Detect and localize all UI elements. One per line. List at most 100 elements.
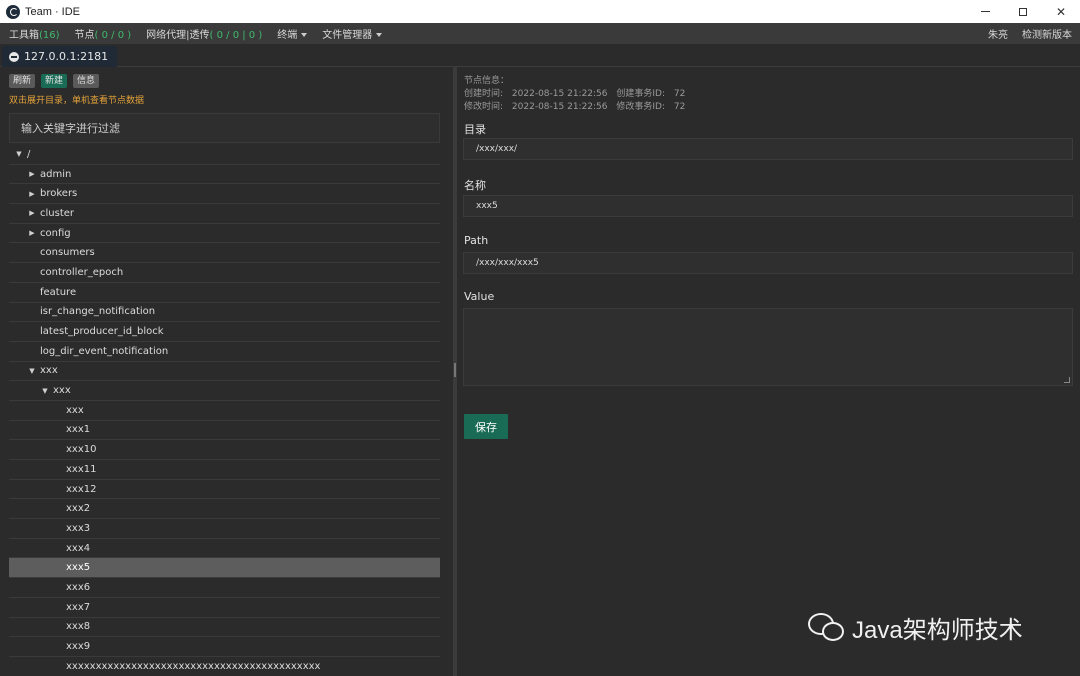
caret-down-icon[interactable]: ▼: [26, 367, 38, 375]
value-textarea[interactable]: [463, 308, 1073, 386]
node-info-modified: 修改时间: 2022-08-15 21:22:56 修改事务ID: 72: [464, 101, 685, 114]
name-input[interactable]: xxx5: [463, 195, 1073, 217]
caret-right-icon[interactable]: ▶: [26, 190, 38, 198]
tab-bar: 127.0.0.1:2181: [0, 44, 1080, 67]
modified-time: 2022-08-15 21:22:56: [511, 102, 608, 112]
maximize-button[interactable]: [1004, 0, 1042, 23]
tree-node[interactable]: feature: [9, 283, 440, 303]
tree-toolbar: 刷新 新建 信息: [9, 74, 100, 88]
tree-node[interactable]: ▶ cluster: [9, 204, 440, 224]
caret-right-icon[interactable]: ▶: [26, 209, 38, 217]
created-time-label: 创建时间:: [464, 89, 504, 99]
tree-node-label: xxx6: [66, 581, 91, 593]
menu-nodes[interactable]: 节点( 0 / 0 ): [75, 26, 132, 41]
tree-node[interactable]: latest_producer_id_block: [9, 322, 440, 342]
tree-node-label: xxx1: [66, 424, 91, 436]
menu-proxy-count: ( 0 / 0 | 0 ): [209, 30, 263, 41]
caret-right-icon[interactable]: ▶: [26, 229, 38, 237]
node-detail-pane: 节点信息： 创建时间: 2022-08-15 21:22:56 创建事务ID: …: [457, 67, 1080, 676]
menu-file-manager-label: 文件管理器: [322, 30, 373, 41]
tree-node[interactable]: xxx7: [9, 598, 440, 618]
node-info: 节点信息： 创建时间: 2022-08-15 21:22:56 创建事务ID: …: [464, 75, 685, 114]
tree-node-label: xxx4: [66, 542, 91, 554]
tree-node-label: xxx7: [66, 601, 91, 613]
tree-node[interactable]: ▶ brokers: [9, 184, 440, 205]
resize-grip-icon[interactable]: [1064, 377, 1070, 383]
tree-node[interactable]: xxx4: [9, 539, 440, 559]
window-title: Team · IDE: [25, 5, 81, 18]
menu-right: 朱亮 检测新版本: [988, 26, 1072, 41]
caret-down-icon[interactable]: ▼: [39, 387, 51, 395]
name-label: 名称: [464, 179, 486, 192]
tree-node[interactable]: xxx11: [9, 460, 440, 480]
tree-node-label: xxx9: [66, 641, 91, 653]
tree-node[interactable]: consumers: [9, 243, 440, 264]
node-tree: ▼ / ▶ admin ▶ brokers ▶ cluster ▶ config consumers…: [9, 145, 440, 676]
tab-connection-label: 127.0.0.1:2181: [24, 50, 109, 63]
menu-toolbox[interactable]: 工具箱(16): [9, 26, 60, 41]
tree-node[interactable]: xxx6: [9, 578, 440, 598]
new-node-button[interactable]: 新建: [41, 74, 68, 88]
save-button[interactable]: 保存: [464, 414, 508, 439]
close-button[interactable]: ✕: [1042, 0, 1080, 23]
menu-proxy[interactable]: 网络代理|透传( 0 / 0 | 0 ): [146, 26, 262, 41]
node-info-title: 节点信息：: [464, 76, 510, 86]
tree-node-label: xxxxxxxxxxxxxxxxxxxxxxxxxxxxxxxxxxxxxxxx…: [66, 660, 321, 672]
tree-node[interactable]: xxx10: [9, 440, 440, 460]
tree-node[interactable]: xxx2: [9, 499, 440, 520]
tree-node-label: xxx5: [66, 562, 91, 574]
tree-node-label: latest_producer_id_block: [40, 326, 164, 338]
tree-node[interactable]: ▼ xxx: [9, 362, 440, 382]
modified-txid: 72: [673, 102, 686, 112]
tree-node[interactable]: xxx3: [9, 519, 440, 539]
tree-node[interactable]: ▶ config: [9, 224, 440, 244]
tree-node-label: xxx2: [66, 503, 91, 515]
created-txid: 72: [673, 89, 686, 99]
tree-node[interactable]: ▶ admin: [9, 165, 440, 185]
menu-toolbox-count: (16): [39, 30, 60, 41]
tree-node-label: xxx: [53, 385, 71, 397]
tree-node-label: isr_change_notification: [40, 306, 156, 318]
tree-node-label: config: [40, 227, 71, 239]
minimize-icon: [980, 11, 990, 12]
caret-down-icon[interactable]: ▼: [13, 150, 25, 158]
tree-node[interactable]: isr_change_notification: [9, 303, 440, 323]
dir-input[interactable]: /xxx/xxx/: [463, 138, 1073, 160]
tree-node[interactable]: xxx12: [9, 480, 440, 500]
tree-node[interactable]: xxxxxxxxxxxxxxxxxxxxxxxxxxxxxxxxxxxxxxxx…: [9, 657, 440, 676]
minimize-button[interactable]: [966, 0, 1004, 23]
tree-node[interactable]: xxx8: [9, 618, 440, 638]
wechat-icon: [808, 611, 846, 645]
menu-toolbox-label: 工具箱: [9, 30, 39, 41]
menu-terminal[interactable]: 终端: [277, 26, 308, 41]
tree-node-label: feature: [40, 286, 77, 298]
tree-node[interactable]: xxx1: [9, 421, 440, 441]
node-tree-pane: 刷新 新建 信息 双击展开目录，单机查看节点数据 输入关键字进行过滤 ▼ / ▶ ad…: [0, 67, 452, 676]
user-name[interactable]: 朱亮: [988, 26, 1008, 41]
tree-node[interactable]: log_dir_event_notification: [9, 342, 440, 362]
chevron-down-icon: [376, 33, 383, 37]
created-txid-label: 创建事务ID:: [616, 89, 666, 99]
tree-node[interactable]: xxx9: [9, 637, 440, 657]
dir-label: 目录: [464, 123, 486, 136]
refresh-button[interactable]: 刷新: [9, 74, 36, 88]
window-controls: ✕: [966, 0, 1080, 23]
check-update-link[interactable]: 检测新版本: [1022, 26, 1072, 41]
tree-node-label: xxx12: [66, 483, 97, 495]
tree-node[interactable]: ▼ /: [9, 145, 440, 165]
value-label: Value: [464, 290, 495, 303]
info-button[interactable]: 信息: [73, 74, 100, 88]
tree-node[interactable]: xxx5: [9, 558, 440, 579]
menu-file-manager[interactable]: 文件管理器: [322, 26, 383, 41]
app-logo-icon: [6, 4, 20, 19]
title-bar: Team · IDE ✕: [0, 0, 1080, 23]
filter-input[interactable]: 输入关键字进行过滤: [9, 113, 440, 143]
caret-right-icon[interactable]: ▶: [26, 170, 38, 178]
tree-node[interactable]: xxx: [9, 401, 440, 421]
path-input[interactable]: /xxx/xxx/xxx5: [463, 252, 1073, 274]
tab-connection[interactable]: 127.0.0.1:2181: [2, 46, 117, 67]
tree-node[interactable]: controller_epoch: [9, 263, 440, 283]
tree-node[interactable]: ▼ xxx: [9, 381, 440, 401]
tree-node-label: xxx8: [66, 621, 91, 633]
modified-time-label: 修改时间:: [464, 102, 504, 112]
